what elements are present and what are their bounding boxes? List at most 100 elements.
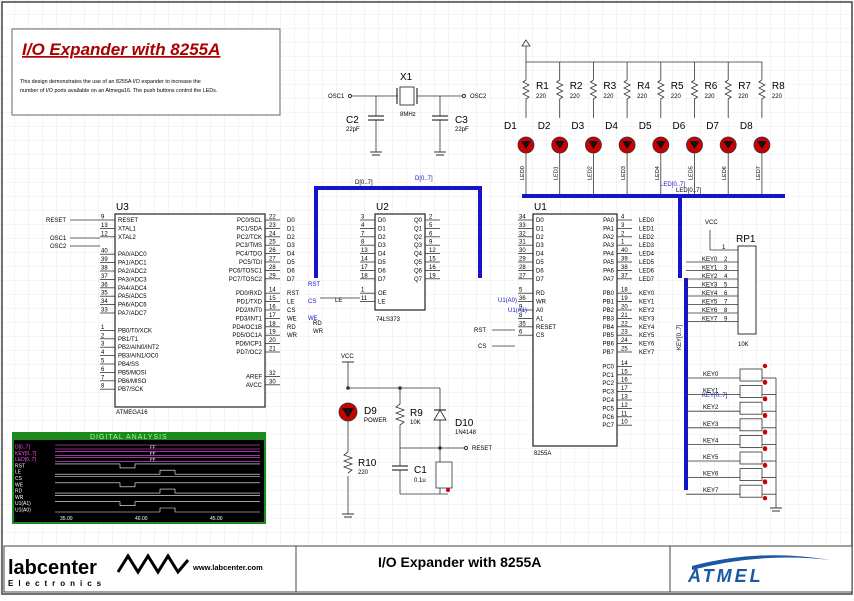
bus-value: FF bbox=[150, 457, 156, 462]
pin-name: PC3 bbox=[602, 390, 614, 396]
rp1-key-net: KEY3 bbox=[702, 283, 718, 289]
pin-name: RESET bbox=[118, 218, 138, 224]
pin-name: D4 bbox=[536, 252, 544, 258]
pin-name: PA5 bbox=[603, 260, 615, 266]
net-label: KEY4 bbox=[639, 325, 655, 331]
pin-name: PA4/ADC4 bbox=[118, 286, 147, 292]
pin-number: 20 bbox=[269, 338, 276, 344]
pin-name: D4 bbox=[378, 252, 386, 258]
pin-name: PC2 bbox=[602, 381, 614, 387]
pin-name: PD6/ICP1 bbox=[235, 342, 262, 348]
u1-part: 8255A bbox=[534, 451, 551, 457]
pin-name: PB5 bbox=[603, 333, 615, 339]
button-key-net: KEY7 bbox=[703, 488, 719, 494]
resistor-value: 220 bbox=[738, 94, 749, 100]
pin-name: PB4/SS bbox=[118, 362, 139, 368]
pin-name: Q0 bbox=[414, 218, 423, 224]
pin-name: PB1/T1 bbox=[118, 337, 139, 343]
pin-name: PB6 bbox=[603, 342, 615, 348]
net-label: KEY0 bbox=[639, 291, 655, 297]
pin-name: PA2/ADC2 bbox=[118, 269, 147, 275]
pin-number: 19 bbox=[621, 296, 628, 302]
pin-name: AVCC bbox=[246, 383, 263, 389]
pin-name: PD5/OC1A bbox=[232, 333, 262, 339]
pin-name: PC6 bbox=[602, 415, 614, 421]
schematic-canvas[interactable]: I/O Expander with 8255A This design demo… bbox=[0, 0, 854, 596]
time-label: 45.00 bbox=[210, 516, 223, 522]
button-key-net: KEY5 bbox=[703, 455, 719, 461]
led-bus-label-2: LED[0..7] bbox=[676, 188, 701, 194]
button-indicator bbox=[762, 430, 768, 435]
pin-number: 39 bbox=[101, 257, 108, 263]
pin-number: 25 bbox=[621, 347, 628, 353]
pin-name: PC7 bbox=[602, 423, 614, 429]
pin-number: 34 bbox=[519, 215, 526, 221]
pin-name: CS bbox=[536, 333, 544, 339]
net-label: RST bbox=[287, 291, 299, 297]
pin-name: D6 bbox=[378, 268, 386, 274]
pin-name: OE bbox=[378, 291, 387, 297]
labcenter-url: www.labcenter.com bbox=[192, 563, 263, 572]
pin-number: 30 bbox=[519, 248, 526, 254]
pin-name: LE bbox=[378, 300, 385, 306]
pin-name: PD2/INT0 bbox=[236, 308, 263, 314]
pin-name: PD0/RXD bbox=[236, 291, 263, 297]
rp1-key-net: KEY7 bbox=[702, 317, 718, 323]
schematic-sheet: I/O Expander with 8255A This design demo… bbox=[0, 0, 854, 596]
pin-name: PD3/INT1 bbox=[236, 316, 263, 322]
button-key-net: KEY6 bbox=[703, 472, 719, 478]
r9-ref: R9 bbox=[410, 408, 423, 419]
net-label: LED2 bbox=[639, 235, 655, 241]
net-label: D1 bbox=[287, 226, 295, 232]
pin-name: PA2 bbox=[603, 235, 615, 241]
pin-number: 29 bbox=[269, 273, 276, 279]
digital-analysis-panel[interactable]: DIGITAL ANALYSIS D[0..7] FF KEY[0..7] FF LED… bbox=[12, 432, 266, 524]
description-line-2: number of I/O ports available on an Atme… bbox=[20, 88, 217, 94]
d9-ref: D9 bbox=[364, 406, 377, 417]
pin-name: Q5 bbox=[414, 260, 423, 266]
led-ref: D2 bbox=[538, 121, 551, 132]
reset-net-label: RESET bbox=[46, 218, 66, 224]
pin-name: Q3 bbox=[414, 243, 423, 249]
button-indicator bbox=[762, 480, 768, 485]
trace-label: D[0..7] bbox=[15, 445, 30, 451]
pin-name: PA4 bbox=[603, 252, 615, 258]
pin-number: 35 bbox=[101, 291, 108, 297]
pin-number: 23 bbox=[269, 223, 276, 229]
pin-number: 40 bbox=[621, 248, 628, 254]
pin-name: Q1 bbox=[414, 226, 423, 232]
pin-number: 18 bbox=[621, 288, 628, 294]
da-title: DIGITAL ANALYSIS bbox=[90, 434, 168, 441]
labcenter-logo: labcenter bbox=[8, 557, 97, 579]
pin-number: 29 bbox=[519, 257, 526, 263]
led-ref: D5 bbox=[639, 121, 652, 132]
pin-name: RD bbox=[536, 291, 545, 297]
pin-name: PB0/T0/XCK bbox=[118, 328, 152, 334]
button-key-net: KEY2 bbox=[703, 405, 719, 411]
pin-number: 27 bbox=[269, 257, 276, 263]
rst-label: RST bbox=[308, 282, 320, 288]
rp1-ref: RP1 bbox=[736, 234, 756, 245]
pin-name: D2 bbox=[378, 235, 386, 241]
led-ref: D4 bbox=[605, 121, 618, 132]
time-label: 35.00 bbox=[60, 516, 73, 522]
pin-name: PB3/AIN1/OC0 bbox=[118, 354, 159, 360]
u1-a0-label: U1(A0) bbox=[498, 298, 517, 304]
pin-name: RESET bbox=[536, 325, 556, 331]
net-label: LED1 bbox=[639, 226, 655, 232]
pin-name: Q4 bbox=[414, 252, 423, 258]
pin-number: 33 bbox=[101, 308, 108, 314]
trace-label: LED[0..7] bbox=[15, 457, 36, 463]
d10-value: 1N4148 bbox=[455, 430, 477, 436]
resistor-value: 220 bbox=[570, 94, 581, 100]
rp1-body bbox=[737, 245, 757, 335]
net-label: LED5 bbox=[639, 260, 655, 266]
footer-title: I/O Expander with 8255A bbox=[378, 554, 541, 570]
r9-value: 10K bbox=[410, 420, 421, 426]
u1-a1-label: U1(A1) bbox=[508, 308, 527, 314]
pin-name: PC5/TDI bbox=[239, 260, 262, 266]
resistor-ref: R4 bbox=[637, 81, 650, 92]
d9-label: POWER bbox=[364, 418, 387, 424]
pin-name: D6 bbox=[536, 268, 544, 274]
pin-name: Q6 bbox=[414, 268, 423, 274]
